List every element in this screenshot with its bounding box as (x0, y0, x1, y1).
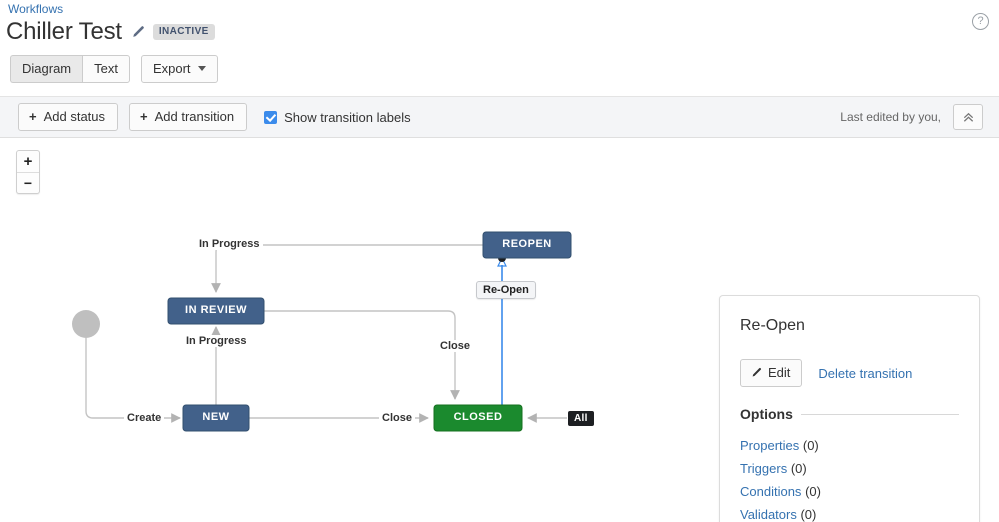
edge-label-close-horizontal: Close (379, 412, 415, 424)
edge-create[interactable] (85, 338, 181, 423)
option-count-triggers: (0) (790, 461, 807, 476)
delete-transition-link[interactable]: Delete transition (818, 366, 912, 381)
checkbox-checked-icon[interactable] (264, 110, 278, 124)
options-heading-row: Options (740, 406, 959, 422)
edge-close-from-in-review[interactable] (264, 310, 460, 400)
breadcrumb-workflows[interactable]: Workflows (8, 2, 63, 16)
panel-actions: Edit Delete transition (740, 359, 912, 387)
pencil-icon[interactable] (130, 25, 145, 40)
all-transition-pill[interactable]: All (568, 411, 594, 426)
workflow-canvas[interactable]: + − IN REVIEW REOPEN NEW CLOSED In Progr… (0, 139, 999, 522)
double-chevron-up-icon (963, 112, 973, 122)
edge-label-close-vertical: Close (437, 340, 473, 352)
page-title-row: Chiller Test INACTIVE (6, 18, 215, 46)
tab-diagram[interactable]: Diagram (10, 55, 83, 83)
show-transition-labels-toggle[interactable]: Show transition labels (264, 109, 411, 125)
divider (800, 413, 959, 415)
page-title: Chiller Test (6, 18, 122, 45)
edge-label-in-progress-bottom: In Progress (183, 335, 250, 347)
zoom-controls: + − (16, 150, 40, 194)
zoom-in-button[interactable]: + (17, 151, 39, 172)
tab-text[interactable]: Text (82, 55, 130, 83)
option-link-triggers[interactable]: Triggers (740, 461, 787, 476)
option-count-validators: (0) (800, 507, 817, 522)
last-edited-text: Last edited by you, (840, 110, 941, 124)
add-status-button[interactable]: + Add status (18, 103, 119, 131)
panel-title: Re-Open (740, 317, 805, 334)
plus-icon: + (29, 109, 37, 124)
toolbar-left-group: + Add status + Add transition Show trans… (18, 103, 411, 131)
option-count-conditions: (0) (805, 484, 821, 499)
options-heading: Options (740, 406, 793, 422)
add-transition-button[interactable]: + Add transition (129, 103, 248, 131)
edge-label-in-progress-top: In Progress (196, 238, 263, 250)
diagram-toolbar: + Add status + Add transition Show trans… (0, 96, 999, 138)
question-mark-icon[interactable]: ? (972, 13, 989, 30)
export-label: Export (152, 61, 191, 76)
zoom-out-button[interactable]: − (17, 172, 39, 193)
collapse-toolbar-button[interactable] (953, 104, 983, 130)
option-link-properties[interactable]: Properties (740, 438, 799, 453)
option-row-properties: Properties (0) (740, 434, 846, 457)
option-row-validators: Validators (0) (740, 503, 846, 522)
export-button[interactable]: Export (140, 55, 218, 83)
selected-transition-label[interactable]: Re-Open (476, 281, 536, 299)
status-node-new[interactable] (182, 404, 250, 432)
status-node-in-review[interactable] (167, 297, 265, 325)
workflow-editor-page: Workflows Chiller Test INACTIVE ? Diagra… (0, 0, 999, 522)
toolbar-right-group: Last edited by you, (840, 104, 983, 130)
status-node-closed[interactable] (433, 404, 523, 432)
status-node-reopen[interactable] (482, 231, 572, 259)
status-badge: INACTIVE (152, 24, 215, 40)
view-mode-group: Diagram Text (10, 55, 130, 83)
pencil-icon (752, 367, 762, 376)
edit-transition-label: Edit (768, 365, 791, 380)
transition-details-panel: Re-Open Edit Delete transition Options P… (719, 295, 980, 522)
option-row-conditions: Conditions (0) (740, 480, 846, 503)
start-circle[interactable] (72, 310, 100, 338)
option-row-triggers: Triggers (0) (740, 457, 846, 480)
add-transition-label: Add transition (154, 109, 235, 124)
edge-in-progress-top[interactable] (211, 244, 483, 293)
plus-icon: + (140, 109, 148, 124)
chevron-down-icon (197, 66, 206, 71)
edit-transition-button[interactable]: Edit (740, 359, 803, 387)
edge-label-create: Create (124, 412, 165, 424)
view-mode-bar: Diagram Text Export (10, 55, 218, 83)
options-list: Properties (0) Triggers (0) Conditions (… (740, 434, 846, 522)
add-status-label: Add status (43, 109, 106, 124)
option-link-validators[interactable]: Validators (740, 507, 797, 522)
option-count-properties: (0) (802, 438, 819, 453)
show-transition-labels-label: Show transition labels (284, 109, 411, 125)
option-link-conditions[interactable]: Conditions (740, 484, 801, 499)
